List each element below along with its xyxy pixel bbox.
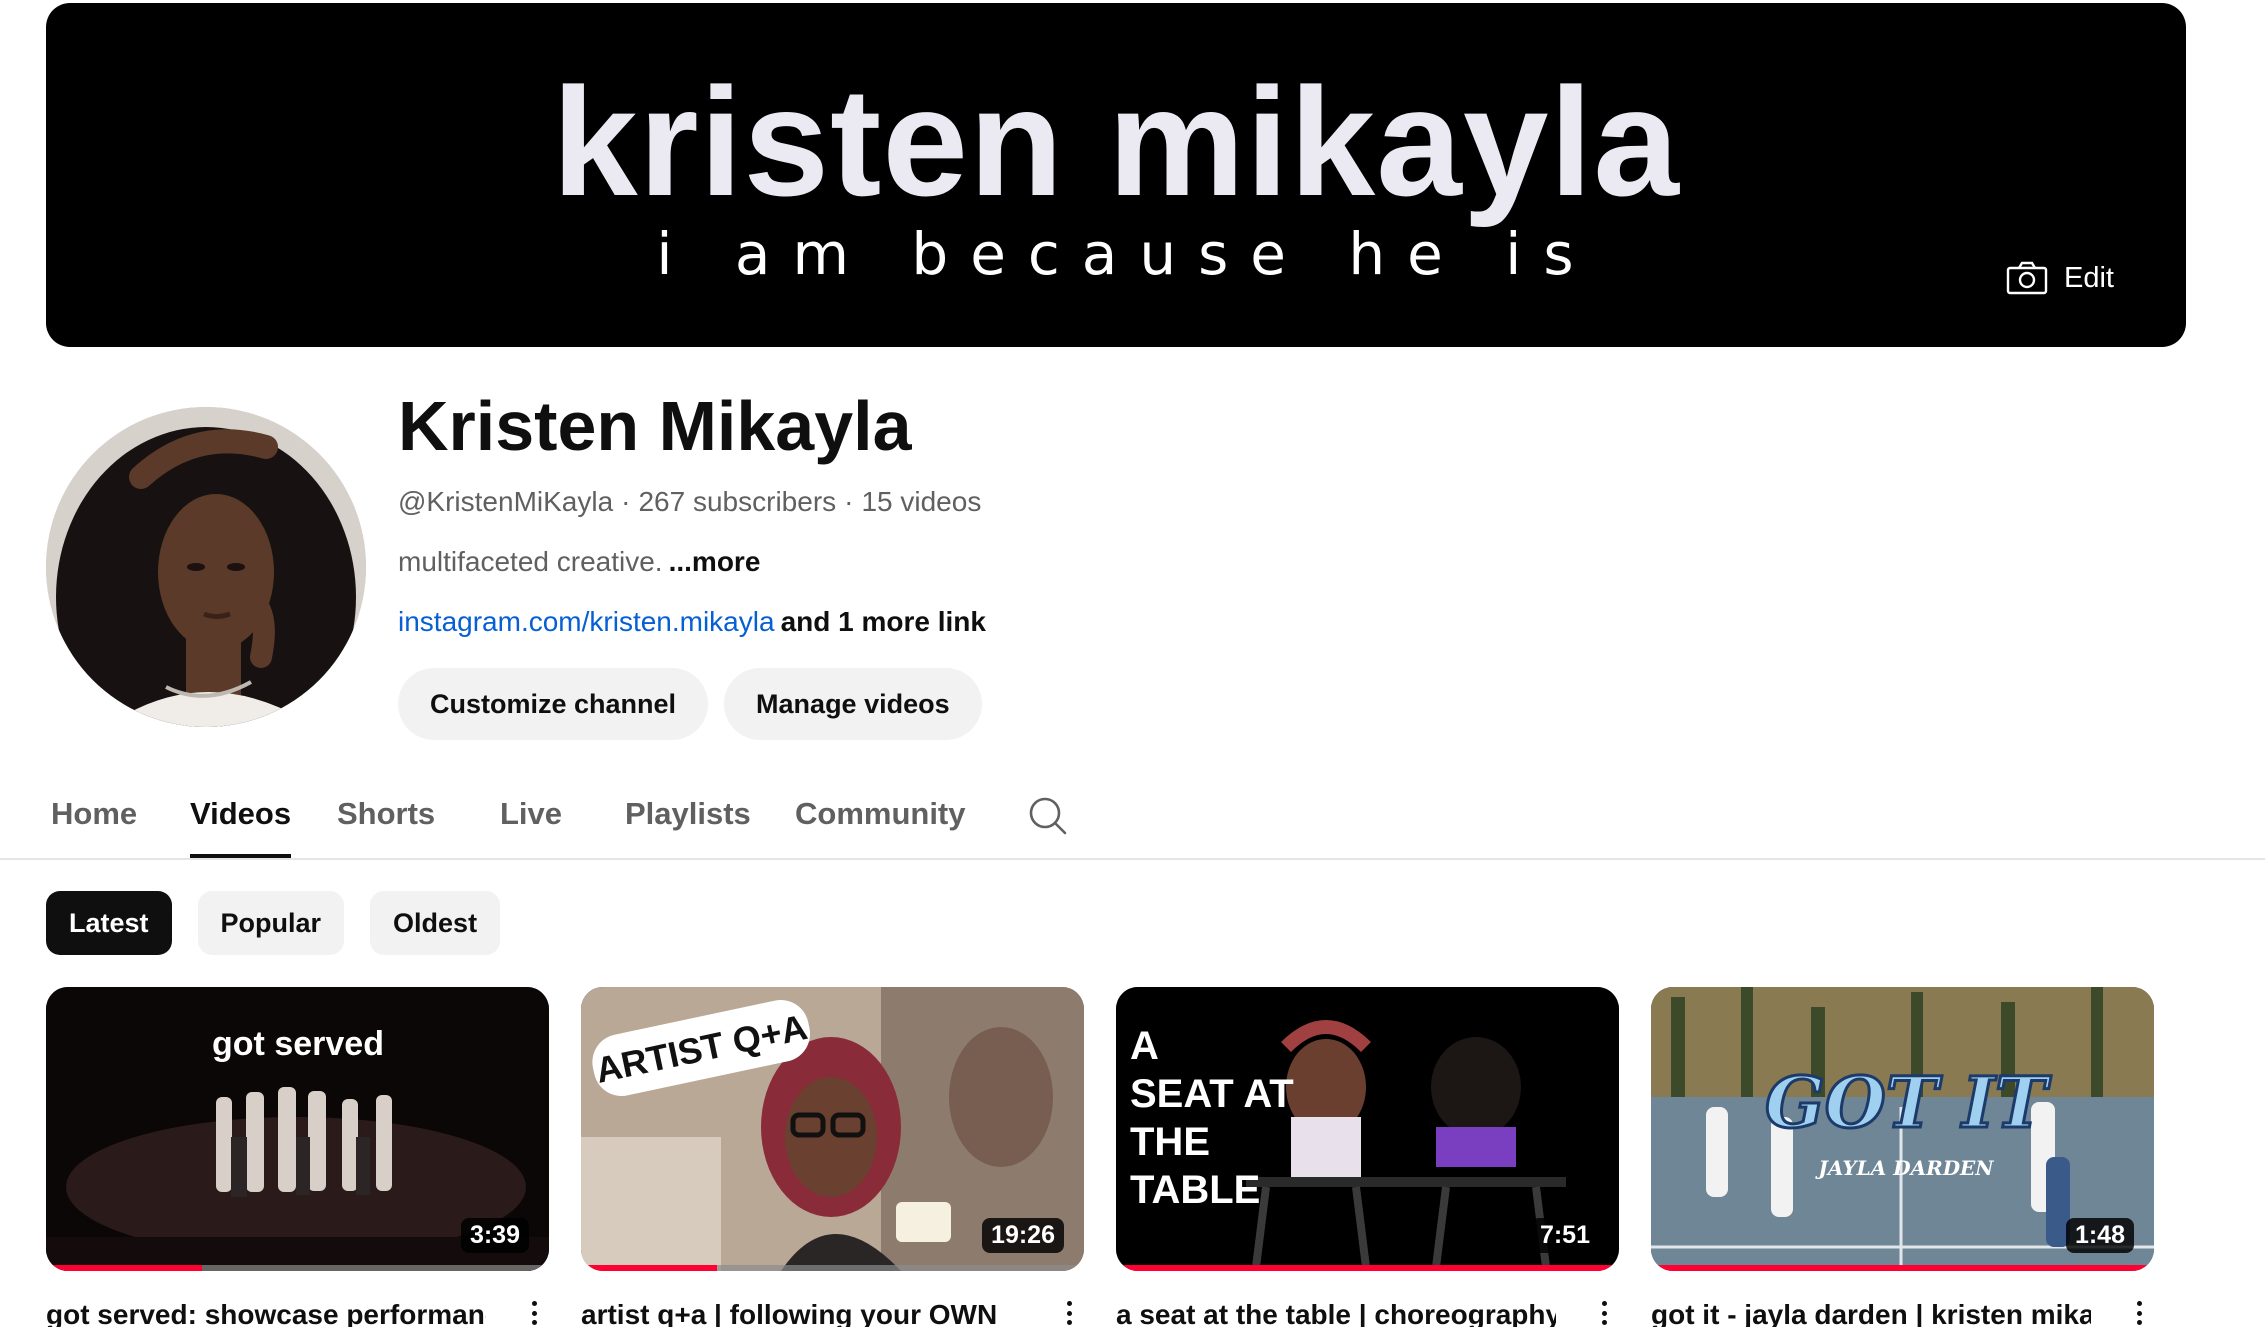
chip-popular[interactable]: Popular [197,891,345,955]
video-title[interactable]: artist q+a | following your OWN [581,1299,1021,1327]
more-options-icon[interactable] [1059,1299,1079,1327]
video-title[interactable]: got served: showcase performance | [46,1299,486,1327]
banner-subtitle: i am because he is [656,220,1596,288]
channel-avatar[interactable] [46,407,366,727]
video-title[interactable]: got it - jayla darden | kristen mikayla [1651,1299,2091,1327]
description-text: multifaceted creative. [398,546,663,577]
tab-shorts[interactable]: Shorts [337,796,435,858]
watch-progress-bar [1651,1265,2154,1271]
video-card: A SEAT AT THE TABLE 7:51 a seat at the t… [1116,987,1619,1327]
video-count: 15 videos [861,486,982,517]
video-duration: 3:39 [460,1218,529,1253]
channel-banner: kristen mikayla i am because he is Edit [46,3,2186,347]
meta-separator: · [844,486,854,517]
more-options-icon[interactable] [1594,1299,1614,1327]
channel-actions: Customize channel Manage videos [398,668,982,740]
video-title[interactable]: a seat at the table | choreography [1116,1299,1556,1327]
customize-channel-button[interactable]: Customize channel [398,668,709,740]
video-duration: 7:51 [1530,1218,1599,1253]
more-links-button[interactable]: and 1 more link [781,606,986,637]
thumb-caption-line: A [1130,1024,1159,1068]
instagram-link[interactable]: instagram.com/kristen.mikayla [398,606,775,637]
banner-title: kristen mikayla [552,56,1680,228]
subscriber-count: 267 subscribers [638,486,837,517]
channel-handle: @KristenMiKayla [398,486,614,517]
description-more-link[interactable]: ...more [669,546,761,577]
thumb-caption-line: TABLE [1130,1168,1260,1212]
chip-oldest[interactable]: Oldest [370,891,501,955]
thumb-caption-line: THE [1130,1120,1210,1164]
video-thumbnail[interactable]: A SEAT AT THE TABLE 7:51 [1116,987,1619,1271]
thumb-subcaption: JAYLA DARDEN [1814,1156,1994,1180]
banner-edit-label: Edit [2064,261,2114,294]
video-thumbnail[interactable]: ARTIST Q+A 19:26 [581,987,1084,1271]
meta-separator: · [621,486,631,517]
sort-chips: Latest Popular Oldest [46,891,501,955]
tab-videos[interactable]: Videos [190,796,292,858]
search-icon[interactable] [1026,794,1068,836]
thumb-caption-line: SEAT AT [1130,1072,1294,1116]
manage-videos-button[interactable]: Manage videos [724,668,982,740]
chip-latest[interactable]: Latest [46,891,172,955]
more-options-icon[interactable] [2129,1299,2149,1327]
channel-page: kristen mikayla i am because he is Edit [0,0,2265,1327]
camera-icon [2006,261,2048,295]
tab-live[interactable]: Live [500,796,562,858]
watch-progress-bar [1116,1265,1619,1271]
tab-playlists[interactable]: Playlists [625,796,751,858]
channel-links: instagram.com/kristen.mikayla and 1 more … [398,606,986,638]
channel-meta: @KristenMiKayla · 267 subscribers · 15 v… [398,486,981,518]
video-card: ARTIST Q+A 19:26 artist q+a | following … [581,987,1084,1327]
video-duration: 19:26 [982,1218,1064,1253]
channel-tabs: Home Videos Shorts Live Playlists Commun… [0,780,2265,860]
thumb-caption: got served [212,1025,384,1063]
video-card: GOT IT JAYLA DARDEN 1:48 got it - jayla … [1651,987,2154,1327]
video-thumbnail[interactable]: GOT IT JAYLA DARDEN 1:48 [1651,987,2154,1271]
tab-community[interactable]: Community [795,796,966,858]
video-card: got served 3:39 got served: showcase per… [46,987,549,1327]
video-duration: 1:48 [2065,1218,2134,1253]
banner-edit-button[interactable]: Edit [2006,261,2114,295]
tab-home[interactable]: Home [51,796,137,858]
more-options-icon[interactable] [524,1299,544,1327]
watch-progress-bar [46,1265,202,1271]
video-thumbnail[interactable]: got served 3:39 [46,987,549,1271]
watch-progress-bar [581,1265,717,1271]
thumb-caption: GOT IT [1765,1061,2052,1144]
channel-name: Kristen Mikayla [398,387,912,465]
channel-description: multifaceted creative. ...more [398,546,760,578]
